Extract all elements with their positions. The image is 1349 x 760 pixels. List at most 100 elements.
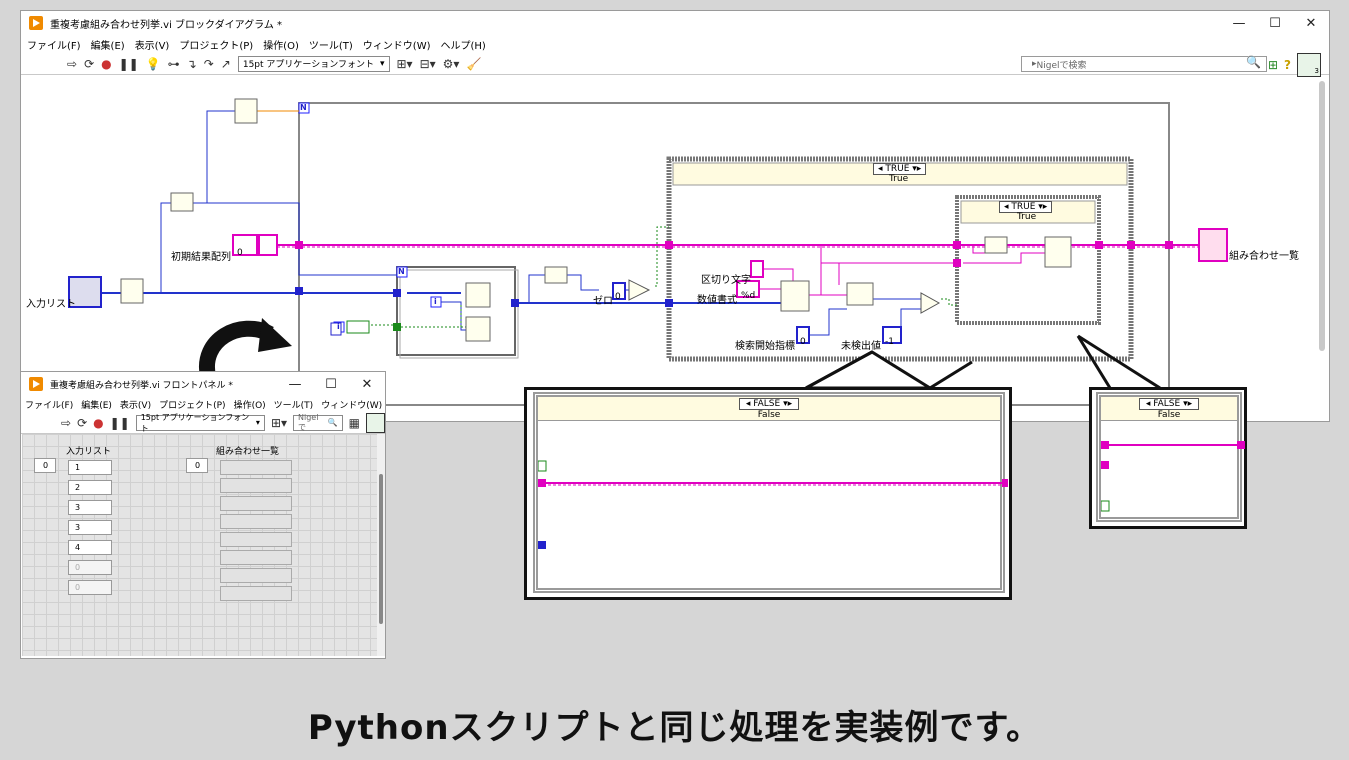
fp-search-input[interactable]: Nigelで 🔍 [293,413,343,432]
vertical-scrollbar[interactable] [1319,81,1325,351]
context-help-icon[interactable]: ⊞ [1268,58,1278,72]
step-over-icon[interactable]: ↷ [204,57,214,71]
initial-array-label: 初期結果配列 [171,252,231,263]
step-out-icon[interactable]: ↗ [221,57,231,71]
search-array-node[interactable] [544,266,568,284]
greater-than-node[interactable] [628,279,651,301]
fp-input-list-label: 入力リスト [66,447,112,457]
fp-run-continuously-icon[interactable]: ⟳ [77,416,87,430]
replace-array-node[interactable] [465,316,491,342]
fp-vertical-scrollbar[interactable] [377,434,385,656]
initial-array-value[interactable]: 0 [237,248,243,258]
formula-node[interactable] [234,98,258,124]
fp-menu-window[interactable]: ウィンドウ(W) [321,398,382,411]
search-string-node[interactable] [846,282,874,306]
fp-menu-file[interactable]: ファイル(F) [25,398,73,411]
output-terminal[interactable] [1198,228,1228,262]
front-panel-canvas[interactable]: 入力リスト 組み合わせ一覧 0 0 1 2 3 3 4 0 0 [22,434,378,656]
output-index-display[interactable]: 0 [186,458,208,473]
abort-icon[interactable]: ● [101,57,111,71]
format-label: 数値書式 [697,295,737,306]
output-element-3 [220,514,292,529]
fp-menu-edit[interactable]: 編集(E) [81,398,112,411]
fp-menu-operate[interactable]: 操作(O) [234,398,266,411]
fp-scroll-thumb[interactable] [379,474,383,624]
fp-maximize-icon[interactable]: ☐ [313,377,349,392]
input-element-2[interactable]: 3 [68,500,112,515]
fp-vi-icon[interactable] [365,412,385,433]
input-element-4[interactable]: 4 [68,540,112,555]
fp-pause-icon[interactable]: ❚❚ [110,416,130,430]
fp-align-icon[interactable]: ⊞▾ [271,416,287,430]
menu-window[interactable]: ウィンドウ(W) [363,37,431,52]
fp-run-arrow-icon[interactable]: ⇨ [61,416,71,430]
output-element-5 [220,550,292,565]
build-array-node[interactable] [1044,236,1072,268]
input-element-3[interactable]: 3 [68,520,112,535]
align-objects-icon[interactable]: ⊞▾ [397,57,413,71]
outer-false-selector[interactable]: ◂ FALSE ▾▸ [738,398,800,410]
distribute-objects-icon[interactable]: ⊟▾ [420,57,436,71]
menu-file[interactable]: ファイル(F) [27,37,81,52]
inner-for-loop[interactable] [396,266,516,356]
array-subset-node[interactable] [170,192,194,212]
input-element-5[interactable]: 0 [68,560,112,575]
not-found-value[interactable]: -1 [885,337,894,347]
menu-tools[interactable]: ツール(T) [309,37,353,52]
cleanup-diagram-icon[interactable]: 🧹 [466,57,481,71]
minimize-icon[interactable]: — [1221,16,1257,31]
inner-false-wires [1101,441,1245,512]
fp-menu-view[interactable]: 表示(V) [120,398,151,411]
fp-grid-icon[interactable]: ▦ [349,416,360,430]
fp-menu-tools[interactable]: ツール(T) [274,398,314,411]
fp-font-select[interactable]: 15pt アプリケーションフォント ▾ [135,413,265,433]
input-list-label: 入力リスト [26,299,76,310]
fp-menu-bar: ファイル(F) 編集(E) 表示(V) プロジェクト(P) 操作(O) ツール(… [21,396,385,412]
inner-false-selector[interactable]: ◂ FALSE ▾▸ [1138,398,1200,410]
highlight-execution-icon[interactable]: 💡 [146,57,161,71]
menu-operate[interactable]: 操作(O) [263,37,299,52]
menu-view[interactable]: 表示(V) [135,37,170,52]
input-element-1[interactable]: 2 [68,480,112,495]
loop-iteration-i-2: i [337,322,340,331]
fp-toolbar: ⇨ ⟳ ● ❚❚ 15pt アプリケーションフォント ▾ ⊞▾ Nigelで 🔍 ▦ [21,412,385,434]
fp-abort-icon[interactable]: ● [93,416,103,430]
menu-edit[interactable]: 編集(E) [91,37,125,52]
zero-label: ゼロ [593,296,613,307]
fp-close-icon[interactable]: ✕ [349,377,385,392]
vi-icon[interactable]: 3 [1297,53,1321,77]
fp-window-title: 重複考慮組み合わせ列挙.vi フロントパネル * [50,380,233,391]
pause-icon[interactable]: ❚❚ [119,57,139,71]
menu-help[interactable]: ヘルプ(H) [441,37,486,52]
search-start-value[interactable]: 0 [800,337,806,347]
fp-minimize-icon[interactable]: — [277,377,313,392]
zero-value[interactable]: 0 [615,292,621,302]
font-select[interactable]: 15pt アプリケーションフォント ▾ [237,55,390,72]
output-element-7 [220,586,292,601]
array-size-node[interactable] [120,278,144,304]
fp-menu-project[interactable]: プロジェクト(P) [159,398,225,411]
search-icon[interactable]: 🔍 [1246,55,1261,69]
help-icons: ⊞ ? 3 [1268,53,1321,77]
reorder-icon[interactable]: ⚙▾ [443,57,460,71]
block-diagram-canvas[interactable]: 入力リスト 初期結果配列 0 ゼロ 0 区切り文字 数値書式 %d 検索開始指標… [21,77,1329,421]
inner-false-case-callout: ◂ FALSE ▾▸ False [1089,387,1247,529]
close-icon[interactable]: ✕ [1293,16,1329,31]
inner-case-label: True [1017,212,1037,222]
help-question-icon[interactable]: ? [1284,58,1291,72]
run-arrow-icon[interactable]: ⇨ [67,57,77,71]
format-string-node[interactable] [780,280,810,312]
run-continuously-icon[interactable]: ⟳ [84,57,94,71]
input-element-6[interactable]: 0 [68,580,112,595]
input-element-0[interactable]: 1 [68,460,112,475]
format-value[interactable]: %d [741,291,755,301]
retain-wire-values-icon[interactable]: ⊶ [168,57,180,71]
step-into-icon[interactable]: ↴ [187,57,197,71]
outer-case-label: True [889,174,909,184]
menu-project[interactable]: プロジェクト(P) [179,37,253,52]
input-index-display[interactable]: 0 [34,458,56,473]
index-array-node[interactable] [465,282,491,308]
concat-node[interactable] [984,236,1008,254]
maximize-icon[interactable]: ☐ [1257,16,1293,31]
search-input[interactable]: ▸ Nigelで検索 [1021,56,1267,72]
